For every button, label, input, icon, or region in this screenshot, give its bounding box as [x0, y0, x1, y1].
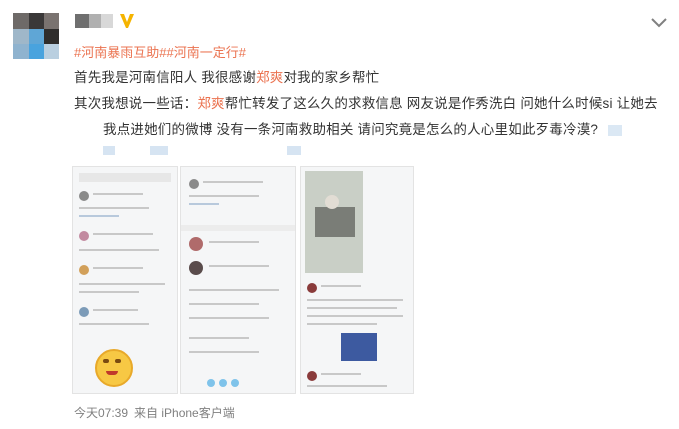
post-text-line-2: 其次我想说一些话：郑爽帮忙转发了这么久的求救信息 网友说是作秀洗白 问她什么时候… [74, 92, 658, 112]
text-segment: 我点进她们的微博 没有一条河南救助相关 请问究竟是怎么的人心里如此歹毒冷漠? [103, 122, 599, 137]
image-thumbnail-1[interactable] [72, 166, 178, 394]
post-time[interactable]: 今天07:39 [74, 406, 128, 420]
avatar[interactable] [13, 13, 59, 59]
redaction-block [150, 146, 168, 155]
username-redacted[interactable] [75, 14, 113, 28]
chevron-down-icon[interactable] [650, 16, 668, 28]
image-thumbnail-2[interactable] [180, 166, 296, 394]
redaction-block [287, 146, 301, 155]
text-segment: 对我的家乡帮忙 [283, 70, 380, 85]
post-meta: 今天07:39 来自 iPhone客户端 [74, 404, 241, 421]
image-thumbnail-3[interactable] [300, 166, 414, 394]
mention-zheng-shuang[interactable]: 郑爽 [256, 70, 283, 85]
text-segment: 其次我想说一些话： [74, 96, 198, 111]
emoji-icon [608, 124, 623, 136]
post-topics[interactable]: #河南暴雨互助##河南一定行# [74, 42, 246, 61]
redaction-block [103, 146, 115, 155]
post-text-line-3: 我点进她们的微博 没有一条河南救助相关 请问究竟是怎么的人心里如此歹毒冷漠? [103, 118, 623, 138]
post-source: 来自 iPhone客户端 [134, 406, 235, 420]
vip-badge-icon [119, 12, 135, 30]
mention-zheng-shuang[interactable]: 郑爽 [197, 96, 224, 111]
text-segment: 首先我是河南信阳人 我很感谢 [74, 70, 257, 85]
text-segment: 帮忙转发了这么久的求救信息 网友说是作秀洗白 问她什么时候si 让她去 [224, 96, 658, 111]
post-text-line-1: 首先我是河南信阳人 我很感谢郑爽对我的家乡帮忙 [74, 66, 379, 86]
